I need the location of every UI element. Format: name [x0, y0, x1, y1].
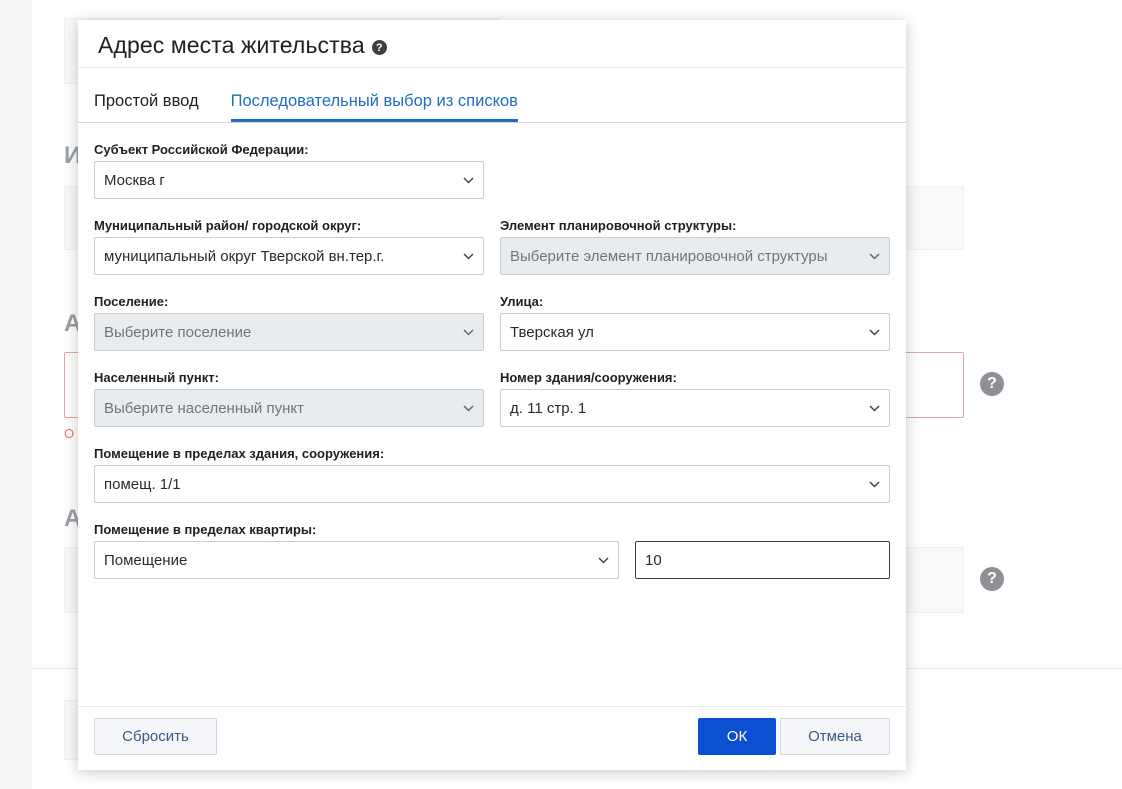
- building-select[interactable]: д. 11 стр. 1: [500, 389, 890, 427]
- modal-title: Адрес места жительства: [98, 32, 365, 58]
- premises-type-select[interactable]: Помещение: [94, 541, 619, 579]
- premises-apartment-label: Помещение в пределах квартиры:: [94, 522, 317, 537]
- locality-select: Выберите населенный пункт: [94, 389, 484, 427]
- chevron-down-icon: [859, 404, 889, 412]
- settlement-placeholder: Выберите поселение: [104, 323, 252, 341]
- premises-type-value: Помещение: [104, 551, 188, 569]
- cancel-button[interactable]: Отмена: [780, 718, 890, 755]
- background-error-text: О: [64, 426, 75, 441]
- planning-element-select: Выберите элемент планировочной структуры: [500, 237, 890, 275]
- ok-button[interactable]: ОК: [698, 718, 776, 755]
- building-label: Номер здания/сооружения:: [500, 370, 677, 385]
- address-modal: Адрес места жительства ? Простой ввод По…: [78, 20, 906, 770]
- district-value: муниципальный округ Тверской вн.тер.г.: [104, 247, 385, 265]
- chevron-down-icon: [859, 480, 889, 488]
- settlement-label: Поселение:: [94, 294, 169, 309]
- street-value: Тверская ул: [510, 323, 594, 341]
- reset-button[interactable]: Сбросить: [94, 718, 217, 755]
- settlement-select: Выберите поселение: [94, 313, 484, 351]
- premises-building-label: Помещение в пределах здания, сооружения:: [94, 446, 385, 461]
- locality-label: Населенный пункт:: [94, 370, 219, 385]
- chevron-down-icon: [453, 252, 483, 260]
- page-side-strip: [0, 0, 32, 789]
- premises-building-value: помещ. 1/1: [104, 475, 181, 493]
- subject-select[interactable]: Москва г: [94, 161, 484, 199]
- help-icon[interactable]: ?: [980, 567, 1004, 591]
- planning-element-label: Элемент планировочной структуры:: [500, 218, 737, 233]
- help-icon[interactable]: ?: [980, 372, 1004, 396]
- chevron-down-icon: [859, 328, 889, 336]
- district-select[interactable]: муниципальный округ Тверской вн.тер.г.: [94, 237, 484, 275]
- modal-header: Адрес места жительства ?: [78, 20, 906, 68]
- question-circle-icon[interactable]: ?: [371, 40, 387, 55]
- building-value: д. 11 стр. 1: [510, 399, 587, 417]
- chevron-down-icon: [453, 328, 483, 336]
- chevron-down-icon: [453, 404, 483, 412]
- tab-sequential-select[interactable]: Последовательный выбор из списков: [230, 91, 518, 122]
- tab-bar: Простой ввод Последовательный выбор из с…: [78, 68, 906, 123]
- chevron-down-icon: [453, 176, 483, 184]
- chevron-down-icon: [588, 556, 618, 564]
- district-label: Муниципальный район/ городской округ:: [94, 218, 362, 233]
- premises-building-select[interactable]: помещ. 1/1: [94, 465, 890, 503]
- tab-simple-input[interactable]: Простой ввод: [94, 91, 199, 122]
- locality-placeholder: Выберите населенный пункт: [104, 399, 304, 417]
- street-select[interactable]: Тверская ул: [500, 313, 890, 351]
- subject-value: Москва г: [104, 171, 165, 189]
- premises-number-input[interactable]: [635, 541, 890, 579]
- street-label: Улица:: [500, 294, 544, 309]
- chevron-down-icon: [859, 252, 889, 260]
- subject-label: Субъект Российской Федерации:: [94, 142, 309, 157]
- planning-element-placeholder: Выберите элемент планировочной структуры: [510, 247, 828, 265]
- modal-footer: Сбросить ОК Отмена: [78, 706, 906, 770]
